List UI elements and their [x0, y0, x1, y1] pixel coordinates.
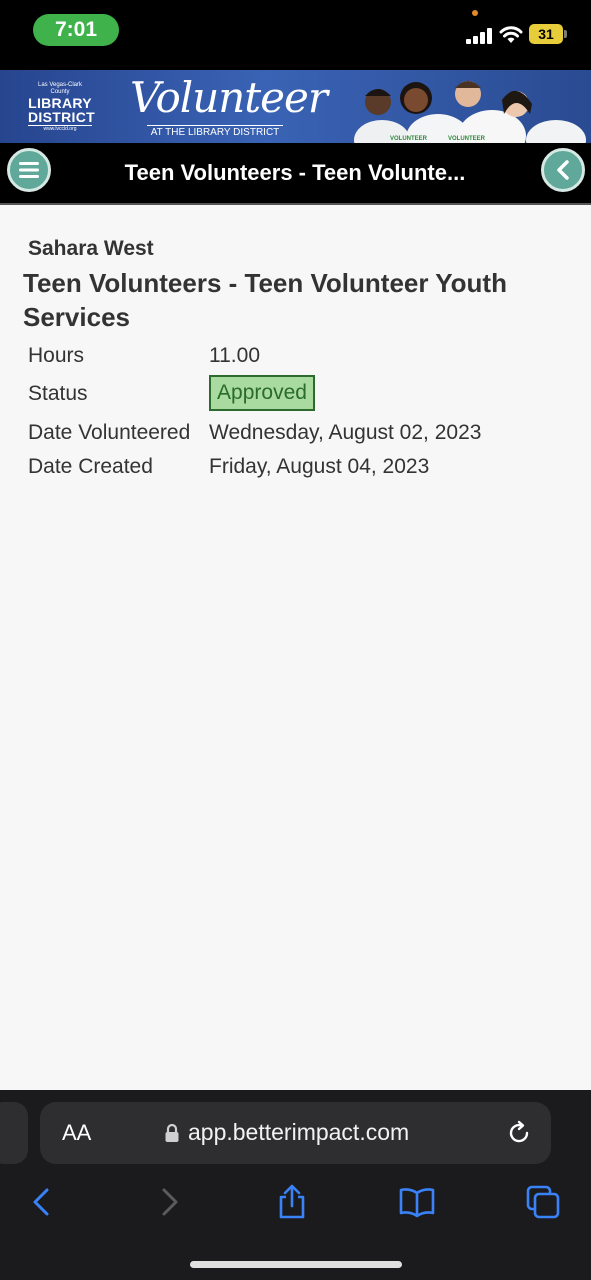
- previous-tab-peek[interactable]: [0, 1102, 28, 1164]
- browser-toolbar: AA app.betterimpact.com: [0, 1090, 591, 1280]
- library-district-logo[interactable]: Las Vegas-Clark County LIBRARY DISTRICT …: [28, 82, 95, 133]
- url-text[interactable]: app.betterimpact.com: [188, 1119, 409, 1146]
- wifi-icon: [499, 26, 523, 43]
- hours-value: 11.00: [209, 344, 260, 367]
- library-logo-line2: DISTRICT: [28, 109, 95, 125]
- opportunity-title: Teen Volunteers - Teen Volunteer Youth S…: [23, 268, 507, 332]
- hamburger-menu-icon: [19, 162, 39, 178]
- cellular-signal-icon: [466, 28, 492, 44]
- bookmarks-icon[interactable]: [399, 1184, 435, 1220]
- site-banner: Las Vegas-Clark County LIBRARY DISTRICT …: [0, 70, 591, 143]
- tabs-icon[interactable]: [525, 1184, 561, 1220]
- address-bar[interactable]: AA app.betterimpact.com: [40, 1102, 551, 1164]
- volunteer-logo-title: Volunteer: [130, 73, 328, 122]
- volunteers-photo: VOLUNTEER VOLUNTEER: [354, 81, 586, 143]
- hours-label: Hours: [28, 344, 85, 367]
- back-arrow-icon[interactable]: [24, 1184, 60, 1220]
- home-indicator[interactable]: [190, 1261, 402, 1268]
- back-button[interactable]: [541, 148, 585, 192]
- shirt-text-2: VOLUNTEER: [448, 136, 486, 142]
- menu-button[interactable]: [7, 148, 51, 192]
- library-logo-url: www.lvccld.org: [28, 125, 92, 133]
- date-created-label: Date Created: [28, 455, 153, 478]
- library-logo-small-text: Las Vegas-Clark County: [37, 82, 83, 95]
- forward-arrow-icon[interactable]: [151, 1184, 187, 1220]
- page-title: Teen Volunteers - Teen Volunte...: [124, 160, 466, 185]
- volunteer-logo-subtitle: AT THE LIBRARY DISTRICT: [146, 125, 284, 140]
- library-logo-line1: LIBRARY: [28, 95, 92, 111]
- status-bar: 7:01 31: [0, 0, 591, 70]
- page-header: Teen Volunteers - Teen Volunte...: [0, 143, 591, 205]
- status-time: 7:01: [33, 14, 119, 46]
- text-size-button[interactable]: AA: [62, 1120, 91, 1146]
- battery-tip: [564, 30, 567, 38]
- privacy-indicator-dot: [472, 10, 478, 16]
- status-label: Status: [28, 382, 88, 405]
- share-icon[interactable]: [274, 1184, 310, 1220]
- reload-icon[interactable]: [506, 1120, 532, 1146]
- volunteer-logo[interactable]: Volunteer AT THE LIBRARY DISTRICT: [130, 73, 328, 140]
- battery-level: 31: [538, 26, 554, 42]
- status-badge: Approved: [209, 375, 315, 411]
- date-volunteered-label: Date Volunteered: [28, 421, 191, 444]
- record-details: Sahara West Teen Volunteers - Teen Volun…: [0, 205, 591, 1090]
- date-created-value: Friday, August 04, 2023: [209, 455, 430, 478]
- shirt-text-1: VOLUNTEER: [390, 136, 428, 142]
- date-volunteered-value: Wednesday, August 02, 2023: [209, 421, 482, 444]
- location-name: Sahara West: [28, 237, 154, 260]
- lock-icon: [165, 1123, 179, 1142]
- battery-icon: 31: [529, 24, 563, 44]
- chevron-left-icon: [557, 160, 569, 180]
